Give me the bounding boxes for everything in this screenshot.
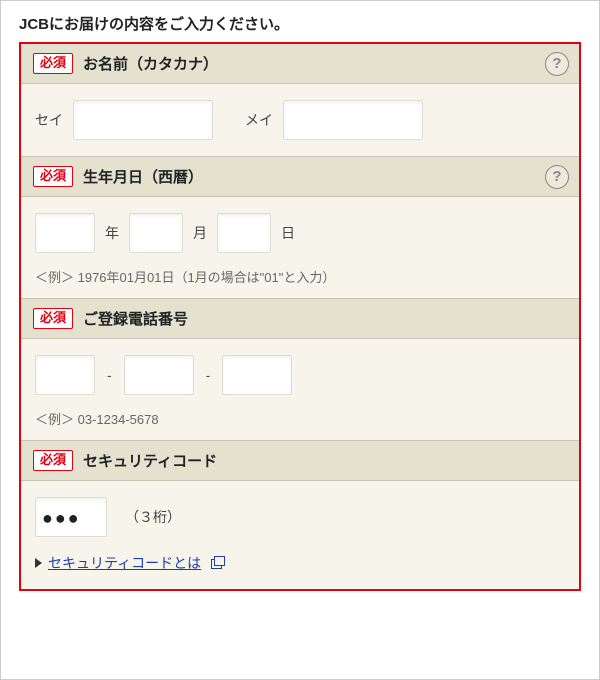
unit-year: 年: [105, 223, 119, 243]
label-sei: セイ: [35, 110, 63, 130]
help-icon[interactable]: ?: [545, 52, 569, 76]
input-year[interactable]: [35, 213, 95, 253]
input-mei[interactable]: [283, 100, 423, 140]
section-header-dob: 必須 生年月日（西暦） ?: [21, 156, 579, 197]
external-link-icon: [211, 557, 225, 569]
input-cvv[interactable]: ●●●: [35, 497, 107, 537]
example-dob: ＜例＞ 1976年01月01日（1月の場合は"01"と入力）: [35, 267, 565, 286]
section-label-phone: ご登録電話番号: [83, 308, 188, 329]
form-frame: 必須 お名前（カタカナ） ? セイ メイ 必須 生年月日（西暦） ? 年: [19, 42, 581, 591]
unit-month: 月: [193, 223, 207, 243]
required-badge: 必須: [33, 450, 73, 471]
triangle-icon: [35, 558, 42, 568]
section-body-dob: 年 月 日 ＜例＞ 1976年01月01日（1月の場合は"01"と入力）: [21, 197, 579, 298]
input-day[interactable]: [217, 213, 271, 253]
section-label-name: お名前（カタカナ）: [83, 53, 218, 74]
section-body-name: セイ メイ: [21, 84, 579, 156]
cvv-note: （３桁）: [125, 507, 181, 527]
cvv-info-link[interactable]: セキュリティコードとは: [48, 553, 201, 573]
page-title: JCBにお届けの内容をご入力ください。: [1, 1, 599, 42]
phone-sep-2: -: [206, 367, 211, 383]
example-phone: ＜例＞ 03-1234-5678: [35, 409, 565, 428]
section-header-cvv: 必須 セキュリティコード: [21, 440, 579, 481]
section-body-phone: - - ＜例＞ 03-1234-5678: [21, 339, 579, 440]
section-header-phone: 必須 ご登録電話番号: [21, 298, 579, 339]
input-month[interactable]: [129, 213, 183, 253]
help-icon[interactable]: ?: [545, 165, 569, 189]
label-mei: メイ: [245, 110, 273, 130]
phone-sep-1: -: [107, 367, 112, 383]
section-header-name: 必須 お名前（カタカナ） ?: [21, 44, 579, 84]
input-phone-2[interactable]: [124, 355, 194, 395]
input-phone-1[interactable]: [35, 355, 95, 395]
section-body-cvv: ●●● （３桁） セキュリティコードとは: [21, 481, 579, 589]
required-badge: 必須: [33, 308, 73, 329]
input-sei[interactable]: [73, 100, 213, 140]
input-phone-3[interactable]: [222, 355, 292, 395]
required-badge: 必須: [33, 166, 73, 187]
section-label-cvv: セキュリティコード: [83, 450, 217, 471]
section-label-dob: 生年月日（西暦）: [83, 166, 203, 187]
required-badge: 必須: [33, 53, 73, 74]
unit-day: 日: [281, 223, 295, 243]
